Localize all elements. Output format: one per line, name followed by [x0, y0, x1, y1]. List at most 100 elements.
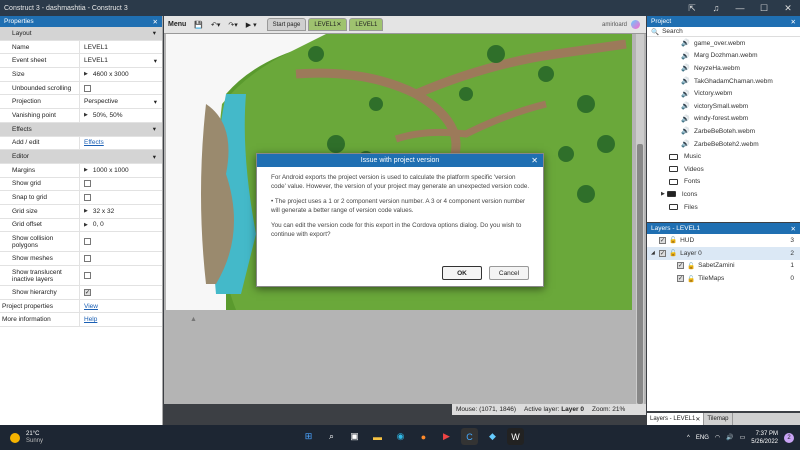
- property-row[interactable]: Show grid: [0, 177, 162, 192]
- document-tab[interactable]: LEVEL1 ✕: [308, 18, 348, 31]
- property-value[interactable]: Perspective ▾: [80, 95, 162, 108]
- expand-icon[interactable]: ▶: [84, 167, 88, 173]
- firefox-icon[interactable]: ●: [415, 428, 432, 445]
- search-icon[interactable]: ⌕: [323, 428, 340, 445]
- chevron-up-icon[interactable]: ^: [687, 435, 690, 441]
- chevron-down-icon[interactable]: ▾: [153, 153, 156, 161]
- property-row[interactable]: Show translucent inactive layers: [0, 266, 162, 286]
- scrollbar-thumb[interactable]: [637, 144, 643, 404]
- close-icon[interactable]: ✕: [695, 416, 700, 423]
- volume-icon[interactable]: 🔊: [726, 434, 733, 441]
- panel-tab[interactable]: Layers - LEVEL1 ✕: [647, 413, 705, 425]
- chevron-down-icon[interactable]: ▾: [154, 57, 157, 65]
- undo-icon[interactable]: ↶▾: [207, 21, 224, 29]
- clock[interactable]: 7:37 PM 5/26/2022: [751, 430, 778, 446]
- property-value[interactable]: [80, 82, 162, 95]
- property-value[interactable]: ▶ 32 x 32: [80, 205, 162, 218]
- property-row[interactable]: Grid size ▶ 32 x 32: [0, 204, 162, 219]
- cancel-button[interactable]: Cancel: [489, 266, 529, 280]
- checkbox[interactable]: [84, 272, 91, 279]
- folder-item[interactable]: ▶ Icons: [647, 188, 800, 201]
- property-value[interactable]: ✓: [80, 286, 162, 299]
- folder-item[interactable]: Videos: [647, 163, 800, 176]
- visibility-checkbox[interactable]: ✓: [659, 249, 666, 257]
- app-icon[interactable]: ◆: [484, 428, 501, 445]
- chevron-down-icon[interactable]: ▾: [153, 125, 156, 133]
- lock-icon[interactable]: 🔓: [669, 249, 677, 257]
- close-button[interactable]: ✕: [776, 3, 800, 14]
- battery-icon[interactable]: ▭: [740, 434, 746, 441]
- chevron-down-icon[interactable]: ◢: [651, 250, 659, 256]
- property-value[interactable]: [80, 266, 162, 285]
- notification-badge[interactable]: 2: [784, 432, 794, 443]
- property-row[interactable]: Show meshes: [0, 252, 162, 266]
- property-value[interactable]: [80, 178, 162, 191]
- sound-file-item[interactable]: 🔊 ZarbeBeBoteh.webm: [647, 125, 800, 138]
- link[interactable]: View: [84, 303, 98, 310]
- document-tab[interactable]: Start page: [266, 18, 307, 31]
- property-value[interactable]: [80, 252, 162, 265]
- property-value[interactable]: Effects: [80, 137, 162, 150]
- word-icon[interactable]: W: [507, 428, 524, 445]
- folder-item[interactable]: Fonts: [647, 176, 800, 189]
- checkbox[interactable]: [84, 238, 91, 246]
- notification-icon[interactable]: ♫: [704, 3, 728, 13]
- property-value[interactable]: [80, 232, 162, 251]
- property-row[interactable]: Grid offset ▶ 0, 0: [0, 218, 162, 233]
- property-value[interactable]: LEVEL1 ▾: [80, 54, 162, 67]
- search-input[interactable]: 🔍 Search: [647, 27, 800, 37]
- lock-icon[interactable]: 🔓: [669, 236, 677, 244]
- layer-row[interactable]: ✓ 🔓 TileMaps 0: [647, 272, 800, 285]
- close-icon[interactable]: ✕: [153, 18, 158, 26]
- expand-icon[interactable]: ▶: [84, 208, 88, 214]
- share-icon[interactable]: ⇱: [680, 3, 704, 14]
- property-value[interactable]: ▶ 1000 x 1000: [80, 164, 162, 177]
- vertical-scrollbar[interactable]: [636, 34, 644, 404]
- sound-file-item[interactable]: 🔊 windy-forest.webm: [647, 113, 800, 126]
- sound-file-item[interactable]: 🔊 ZarbeBeBoteh2.webm: [647, 138, 800, 151]
- construct-icon[interactable]: C: [461, 428, 478, 445]
- property-row[interactable]: More information Help: [0, 313, 162, 328]
- redo-icon[interactable]: ↷▾: [224, 21, 241, 29]
- close-icon[interactable]: ✕: [791, 225, 796, 233]
- property-value[interactable]: LEVEL1: [80, 41, 162, 54]
- visibility-checkbox[interactable]: ✓: [677, 262, 684, 270]
- wifi-icon[interactable]: ◠: [715, 434, 720, 441]
- chevron-down-icon[interactable]: ▾: [154, 98, 157, 106]
- section-header[interactable]: Layout ▾: [0, 27, 162, 41]
- property-row[interactable]: Size ▶ 4600 x 3000: [0, 68, 162, 82]
- expand-icon[interactable]: ▶: [84, 222, 88, 228]
- save-icon[interactable]: 💾: [190, 21, 207, 29]
- chevron-down-icon[interactable]: ▾: [153, 29, 156, 37]
- checkbox[interactable]: [84, 194, 91, 202]
- folder-item[interactable]: Music: [647, 150, 800, 163]
- close-icon[interactable]: ✕: [531, 156, 538, 165]
- property-row[interactable]: Show hierarchy ✓: [0, 286, 162, 300]
- property-value[interactable]: Help: [80, 313, 162, 326]
- property-row[interactable]: Event sheet LEVEL1 ▾: [0, 54, 162, 69]
- lock-icon[interactable]: 🔓: [687, 275, 695, 283]
- close-icon[interactable]: ✕: [791, 18, 796, 26]
- property-value[interactable]: View: [80, 300, 162, 313]
- windows-start-icon[interactable]: ⊞: [300, 428, 317, 445]
- property-row[interactable]: Name LEVEL1: [0, 40, 162, 55]
- checkbox[interactable]: [84, 255, 91, 263]
- checkbox[interactable]: [84, 84, 91, 92]
- maximize-button[interactable]: ☐: [752, 3, 776, 14]
- property-row[interactable]: Project properties View: [0, 299, 162, 314]
- expand-icon[interactable]: ▶: [661, 191, 665, 197]
- layer-row[interactable]: ◢ ✓ 🔓 Layer 0 2: [647, 246, 800, 260]
- link[interactable]: Help: [84, 316, 97, 323]
- layer-row[interactable]: ✓ 🔓 HUD 3: [647, 234, 800, 247]
- property-row[interactable]: Unbounded scrolling: [0, 81, 162, 96]
- section-header[interactable]: Effects ▾: [0, 122, 162, 137]
- property-value[interactable]: [80, 191, 162, 204]
- layer-row[interactable]: ✓ 🔓 SabetZamini 1: [647, 260, 800, 273]
- property-row[interactable]: Margins ▶ 1000 x 1000: [0, 163, 162, 178]
- close-icon[interactable]: ✕: [336, 21, 341, 28]
- menu-button[interactable]: Menu: [164, 21, 190, 28]
- media-icon[interactable]: ▶: [438, 428, 455, 445]
- sound-file-item[interactable]: 🔊 NeyzeHa.webm: [647, 62, 800, 75]
- property-value[interactable]: ▶ 0, 0: [80, 219, 162, 232]
- checkbox[interactable]: [84, 180, 91, 188]
